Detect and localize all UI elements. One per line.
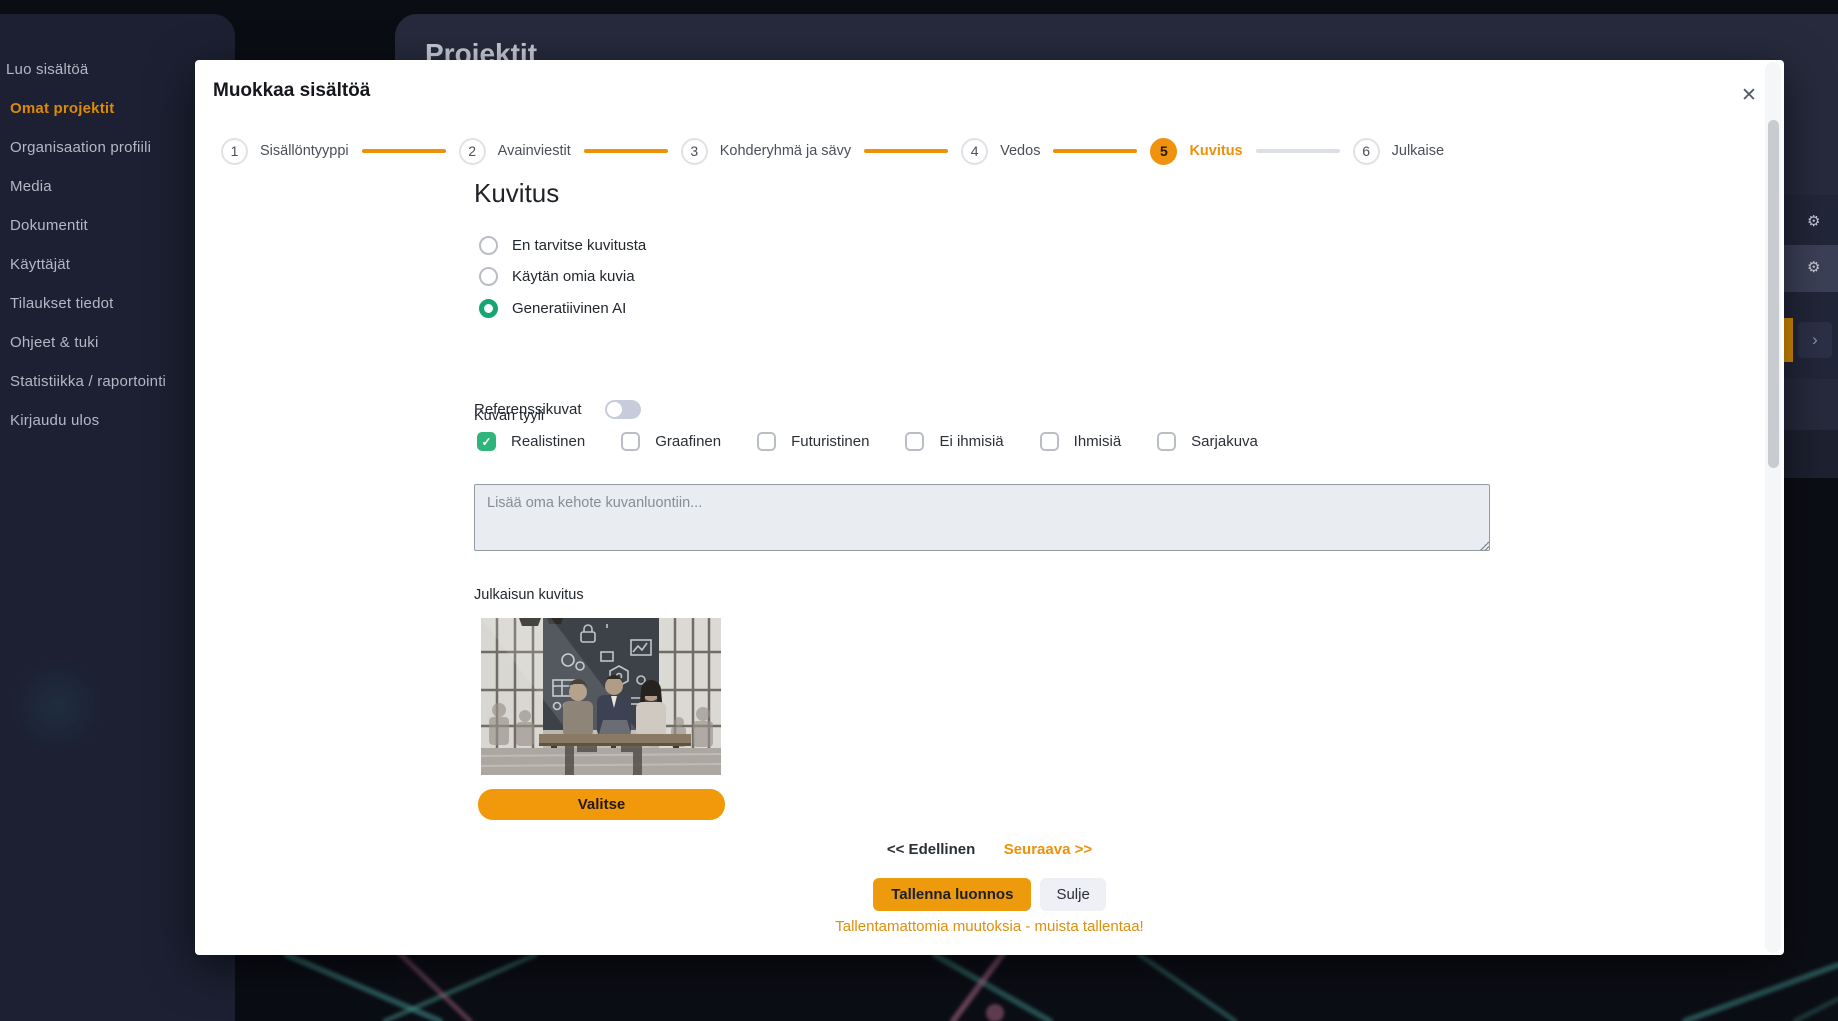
checkbox-label: Ei ihmisiä — [939, 433, 1003, 450]
unsaved-changes-warning: Tallentamattomia muutoksia - muista tall… — [195, 918, 1784, 935]
step-number: 1 — [221, 138, 248, 165]
toggle-knob — [607, 402, 622, 417]
step-number: 4 — [961, 138, 988, 165]
step-avainviestit[interactable]: 2 Avainviestit — [459, 138, 571, 165]
step-sisallontyyppi[interactable]: 1 Sisällöntyyppi — [221, 138, 349, 165]
checkbox-realistinen[interactable]: ✓ Realistinen — [477, 432, 585, 451]
checkbox-label: Futuristinen — [791, 433, 869, 450]
radio-generatiivinen-ai[interactable]: Generatiivinen AI — [479, 299, 626, 318]
image-prompt-input[interactable] — [474, 484, 1490, 551]
gear-icon[interactable]: ⚙ — [1807, 258, 1820, 276]
radio-circle — [479, 267, 498, 286]
gear-icon[interactable]: ⚙ — [1807, 212, 1820, 230]
radio-circle — [479, 236, 498, 255]
select-image-button[interactable]: Valitse — [478, 789, 725, 820]
checkbox-box-checked: ✓ — [477, 432, 496, 451]
screen: Luo sisältöä Omat projektit Organisaatio… — [0, 0, 1838, 1021]
publication-illustration-label: Julkaisun kuvitus — [474, 587, 584, 603]
radio-circle-selected — [479, 299, 498, 318]
checkbox-box — [757, 432, 776, 451]
checkbox-box — [1157, 432, 1176, 451]
step-label: Sisällöntyyppi — [260, 143, 349, 159]
step-connector — [362, 149, 446, 153]
modal-footer: Tallenna luonnos Sulje — [195, 878, 1784, 911]
radio-kaytan-omia-kuvia[interactable]: Käytän omia kuvia — [479, 267, 635, 286]
image-style-label: Kuvan tyyli — [474, 408, 544, 424]
radio-label: En tarvitse kuvitusta — [512, 237, 646, 254]
step-kuvitus[interactable]: 5 Kuvitus — [1150, 138, 1242, 165]
step-number: 2 — [459, 138, 486, 165]
wizard-nav: << Edellinen Seuraava >> — [195, 841, 1784, 859]
check-icon: ✓ — [481, 435, 491, 449]
checkbox-box — [1040, 432, 1059, 451]
checkbox-label: Graafinen — [655, 433, 721, 450]
step-label: Avainviestit — [498, 143, 571, 159]
textarea-resize-handle[interactable] — [1480, 541, 1489, 550]
step-connector — [1053, 149, 1137, 153]
modal-title: Muokkaa sisältöä — [213, 80, 370, 102]
next-step-link[interactable]: Seuraava >> — [1004, 841, 1092, 858]
close-modal-button[interactable]: Sulje — [1040, 878, 1105, 911]
expand-row-button[interactable]: › — [1798, 322, 1832, 358]
modal-scrollbar-thumb[interactable] — [1768, 120, 1779, 468]
sidebar-glow-decoration — [10, 659, 105, 754]
checkbox-box — [621, 432, 640, 451]
save-draft-button[interactable]: Tallenna luonnos — [873, 878, 1031, 911]
step-vedos[interactable]: 4 Vedos — [961, 138, 1040, 165]
reference-images-toggle[interactable] — [605, 400, 641, 419]
radio-label: Generatiivinen AI — [512, 300, 626, 317]
row-accent-bar — [1784, 318, 1793, 362]
step-label: Kohderyhmä ja sävy — [720, 143, 851, 159]
chevron-right-icon: › — [1812, 330, 1818, 350]
checkbox-graafinen[interactable]: Graafinen — [621, 432, 721, 451]
image-style-options: ✓ Realistinen Graafinen Futuristinen Ei … — [477, 432, 1294, 451]
wizard-stepper: 1 Sisällöntyyppi 2 Avainviestit 3 Kohder… — [221, 136, 1444, 166]
section-heading: Kuvitus — [474, 178, 559, 209]
step-connector — [1256, 149, 1340, 153]
step-connector — [584, 149, 668, 153]
checkbox-ei-ihmisia[interactable]: Ei ihmisiä — [905, 432, 1003, 451]
radio-label: Käytän omia kuvia — [512, 268, 635, 285]
generated-illustration-thumbnail[interactable] — [481, 618, 721, 775]
checkbox-box — [905, 432, 924, 451]
checkbox-label: Realistinen — [511, 433, 585, 450]
step-number: 5 — [1150, 138, 1177, 165]
close-icon[interactable]: ✕ — [1735, 81, 1763, 109]
checkbox-sarjakuva[interactable]: Sarjakuva — [1157, 432, 1258, 451]
edit-content-modal: Muokkaa sisältöä ✕ 1 Sisällöntyyppi 2 Av… — [195, 60, 1784, 955]
step-label: Kuvitus — [1189, 143, 1242, 159]
checkbox-ihmisia[interactable]: Ihmisiä — [1040, 432, 1122, 451]
radio-en-tarvitse-kuvitusta[interactable]: En tarvitse kuvitusta — [479, 236, 646, 255]
step-julkaise[interactable]: 6 Julkaise — [1353, 138, 1444, 165]
checkbox-label: Ihmisiä — [1074, 433, 1122, 450]
step-number: 6 — [1353, 138, 1380, 165]
step-number: 3 — [681, 138, 708, 165]
previous-step-link[interactable]: << Edellinen — [887, 841, 975, 858]
step-label: Vedos — [1000, 143, 1040, 159]
checkbox-label: Sarjakuva — [1191, 433, 1258, 450]
network-graphic — [235, 955, 1838, 1021]
checkbox-futuristinen[interactable]: Futuristinen — [757, 432, 869, 451]
step-connector — [864, 149, 948, 153]
step-kohderyhma[interactable]: 3 Kohderyhmä ja sävy — [681, 138, 851, 165]
step-label: Julkaise — [1392, 143, 1444, 159]
